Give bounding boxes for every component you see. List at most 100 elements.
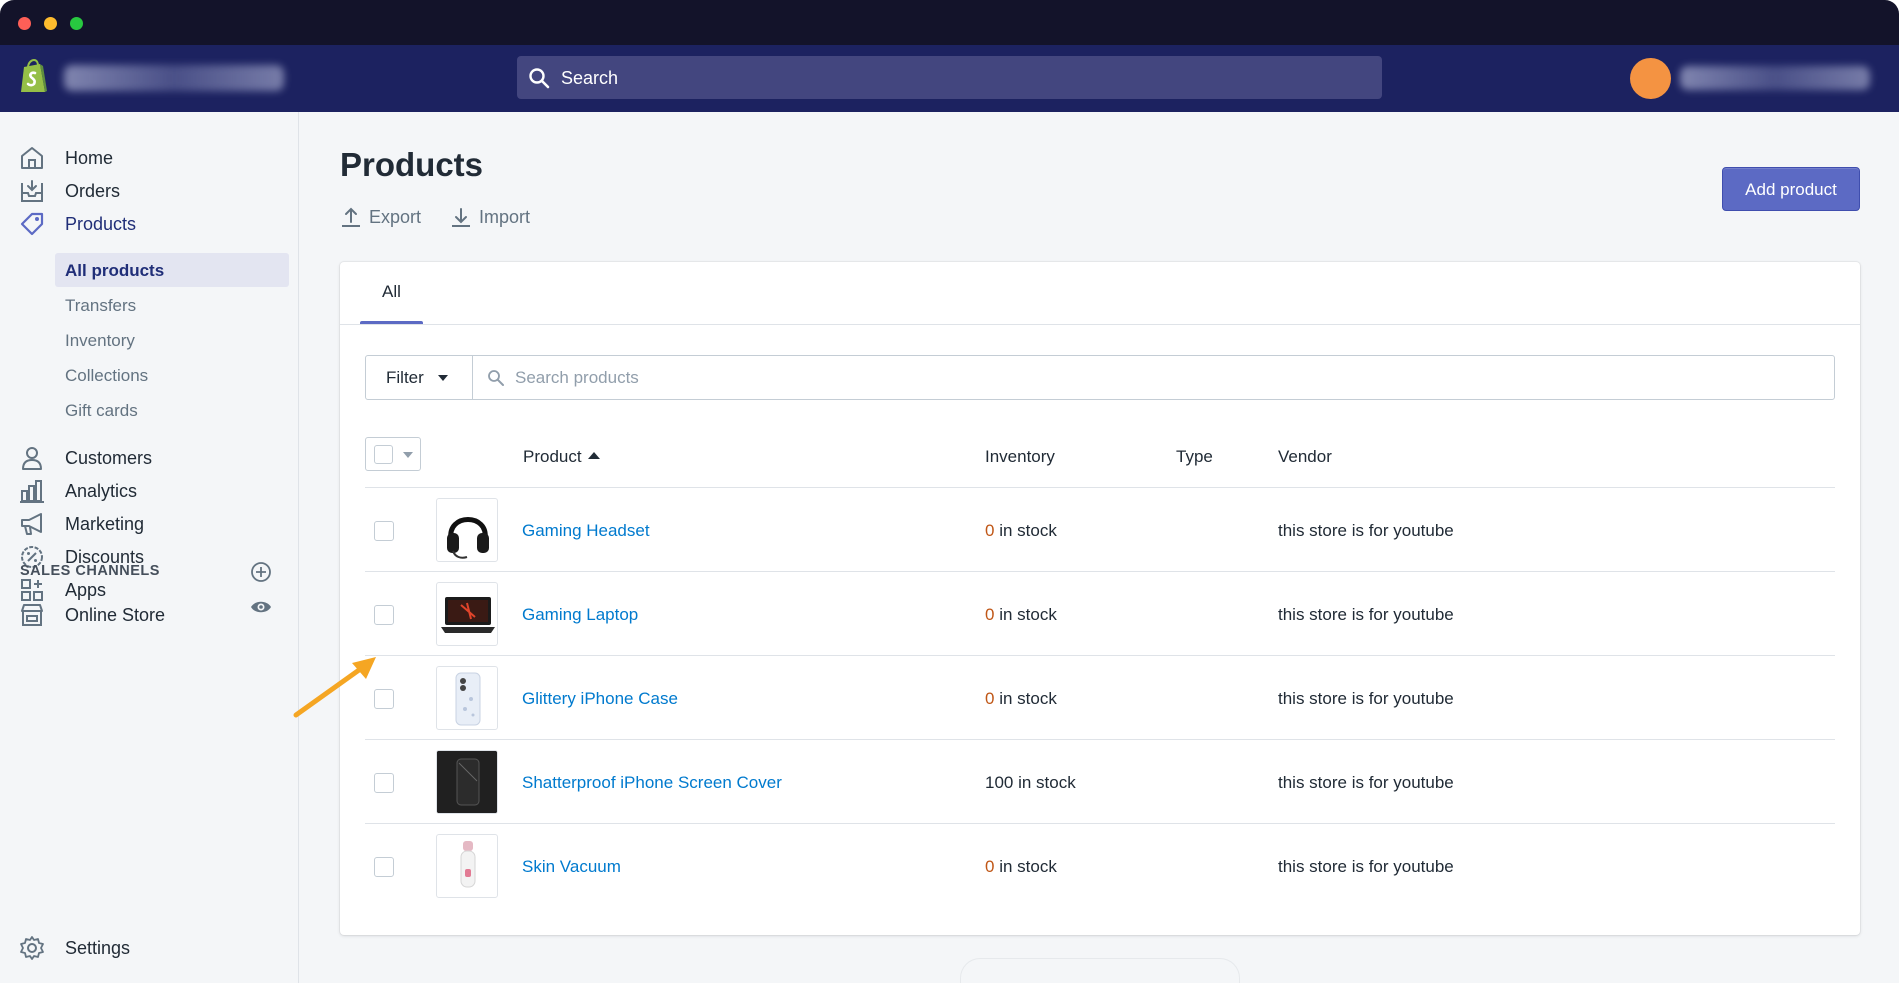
caret-down-icon [403,452,413,458]
sidebar-subitem-label: All products [65,261,165,280]
maximize-window-button[interactable] [70,17,83,30]
inventory-suffix: in stock [994,857,1057,876]
search-products-placeholder: Search products [515,368,639,387]
vendor-cell: this store is for youtube [1278,857,1454,876]
sidebar-subitem-inventory[interactable]: Inventory [55,323,289,357]
global-search[interactable]: Search [517,56,1382,99]
table-row[interactable]: Gaming Laptop 0 in stock this store is f… [365,572,1835,656]
sidebar-item-label: Settings [65,938,131,958]
close-window-button[interactable] [18,17,31,30]
import-label: Import [479,206,531,227]
export-label: Export [369,206,422,227]
sidebar-subitem-gift-cards[interactable]: Gift cards [55,393,289,427]
product-name-link[interactable]: Shatterproof iPhone Screen Cover [522,773,782,793]
filter-label: Filter [386,368,424,387]
store-name-blurred[interactable] [64,65,284,91]
caret-down-icon [438,375,448,381]
search-placeholder: Search [561,68,619,88]
sidebar-subitem-label: Inventory [65,331,135,350]
table-row[interactable]: Gaming Headset 0 in stock this store is … [365,488,1835,572]
inventory-suffix: in stock [994,689,1057,708]
app-window: Search Home Orders Products All products… [0,0,1899,983]
sidebar-item-products[interactable]: Products [0,206,299,242]
tab-all[interactable]: All [360,262,423,324]
sidebar-item-label: Orders [65,181,121,201]
sort-ascending-icon [587,452,600,459]
column-header-label: Vendor [1278,447,1332,466]
row-checkbox[interactable] [374,773,394,793]
product-name-link[interactable]: Gaming Laptop [522,605,638,625]
eye-icon[interactable] [250,596,272,618]
column-header-label: Inventory [985,447,1055,466]
product-name-link[interactable]: Skin Vacuum [522,857,621,877]
sidebar-item-home[interactable]: Home [0,140,299,176]
inventory-cell: 0 in stock [985,521,1057,541]
bulk-select-dropdown[interactable] [365,437,421,471]
table-row[interactable]: Glittery iPhone Case 0 in stock this sto… [365,656,1835,740]
inventory-cell: 100 in stock [985,773,1076,793]
sidebar-subitem-label: Gift cards [65,401,138,420]
inventory-cell: 0 in stock [985,605,1057,625]
sidebar-subitem-label: Collections [65,366,149,385]
headset-thumbnail[interactable] [436,498,498,562]
inventory-suffix: in stock [994,605,1057,624]
screen-cover-thumbnail[interactable] [436,750,498,814]
sidebar-item-settings[interactable]: Settings [0,930,299,966]
phone-case-thumbnail[interactable] [436,666,498,730]
column-header-product[interactable]: Product [523,447,600,467]
import-icon [452,208,470,227]
table-row[interactable]: Shatterproof iPhone Screen Cover 100 in … [365,740,1835,824]
search-products-input[interactable]: Search products [473,356,1833,399]
bar-chart-icon [20,480,44,503]
gear-icon [20,936,44,960]
sidebar-subitem-collections[interactable]: Collections [55,358,289,392]
avatar[interactable] [1630,58,1671,99]
filter-dropdown[interactable]: Filter [366,356,473,399]
page-title: Products [340,146,484,183]
sidebar-item-marketing[interactable]: Marketing [0,506,299,542]
product-name-link[interactable]: Glittery iPhone Case [522,689,678,709]
add-sales-channel-icon[interactable] [250,561,272,583]
column-header-inventory[interactable]: Inventory [985,447,1055,467]
inventory-suffix: in stock [1013,773,1076,792]
sidebar-item-analytics[interactable]: Analytics [0,473,299,509]
laptop-thumbnail[interactable] [436,582,498,646]
sidebar-subitem-transfers[interactable]: Transfers [55,288,289,322]
sidebar-item-label: Home [65,148,114,168]
shopify-logo-icon[interactable] [18,58,50,96]
tab-label: All [382,282,401,301]
inventory-quantity: 100 [985,773,1014,792]
column-header-type[interactable]: Type [1176,447,1213,467]
table-row[interactable]: Skin Vacuum 0 in stock this store is for… [365,824,1835,908]
column-header-label: Type [1176,447,1213,466]
home-icon [21,147,43,169]
column-header-vendor[interactable]: Vendor [1278,447,1332,467]
vendor-cell: this store is for youtube [1278,605,1454,624]
inventory-cell: 0 in stock [985,857,1057,877]
sidebar-item-label: Customers [65,448,153,468]
sales-channels-heading: SALES CHANNELS [20,563,160,579]
product-name-link[interactable]: Gaming Headset [522,521,650,541]
storefront-icon [21,604,43,626]
vendor-cell: this store is for youtube [1278,521,1454,540]
row-checkbox[interactable] [374,521,394,541]
add-product-button[interactable]: Add product [1722,167,1860,211]
orders-icon [21,180,43,202]
minimize-window-button[interactable] [44,17,57,30]
sidebar-item-orders[interactable]: Orders [0,173,299,209]
sidebar-item-label: Analytics [65,481,138,501]
vendor-cell: this store is for youtube [1278,773,1454,792]
row-checkbox[interactable] [374,857,394,877]
search-icon [529,68,550,89]
select-all-checkbox[interactable] [374,445,393,464]
row-checkbox[interactable] [374,605,394,625]
user-name-blurred[interactable] [1680,66,1870,90]
export-icon [342,207,360,227]
person-icon [22,447,42,470]
skin-vacuum-thumbnail[interactable] [436,834,498,898]
bottom-help-footer [960,958,1240,983]
export-button[interactable]: Export [341,204,421,230]
sidebar-subitem-all-products[interactable]: All products [55,253,289,287]
sidebar-item-customers[interactable]: Customers [0,440,299,476]
import-button[interactable]: Import [451,204,530,230]
